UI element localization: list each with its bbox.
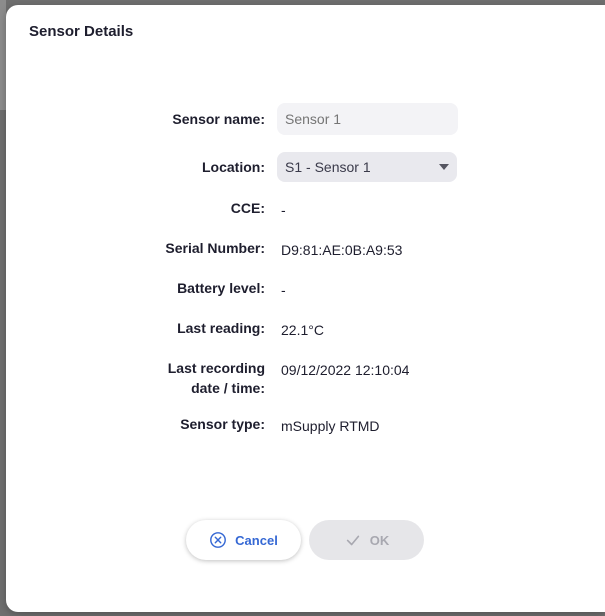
sensor-name-input[interactable] [277,103,458,135]
caret-down-icon [439,164,449,170]
sensor-type-value: mSupply RTMD [281,418,380,434]
sensor-name-label: Sensor name: [172,111,265,127]
cancel-button[interactable]: Cancel [186,520,301,560]
location-select[interactable]: S1 - Sensor 1 [277,152,457,182]
sensor-details-dialog: Sensor Details Sensor name: Location: S1… [6,5,605,612]
last-reading-label: Last reading: [177,320,265,336]
check-icon [346,535,359,546]
last-recording-label-line1: Last recording [167,360,265,376]
last-recording-value: 09/12/2022 12:10:04 [281,362,410,378]
battery-level-value: - [281,282,286,298]
x-circle-icon [210,532,227,548]
dialog-title: Sensor Details [29,23,134,40]
last-recording-label-line2: date / time: [191,380,265,396]
cce-label: CCE: [230,200,265,216]
serial-number-value: D9:81:AE:0B:A9:53 [281,242,403,258]
serial-number-label: Serial Number: [165,240,265,256]
location-label: Location: [202,159,265,175]
battery-level-label: Battery level: [177,280,265,296]
ok-button-label: OK [369,532,390,548]
last-reading-value: 22.1°C [281,322,324,338]
location-select-value: S1 - Sensor 1 [285,159,371,175]
ok-button[interactable]: OK [309,520,424,560]
cancel-button-label: Cancel [235,532,278,548]
cce-value: - [281,202,286,218]
sensor-type-label: Sensor type: [180,416,265,432]
last-recording-label: Last recording date / time: [115,358,265,398]
